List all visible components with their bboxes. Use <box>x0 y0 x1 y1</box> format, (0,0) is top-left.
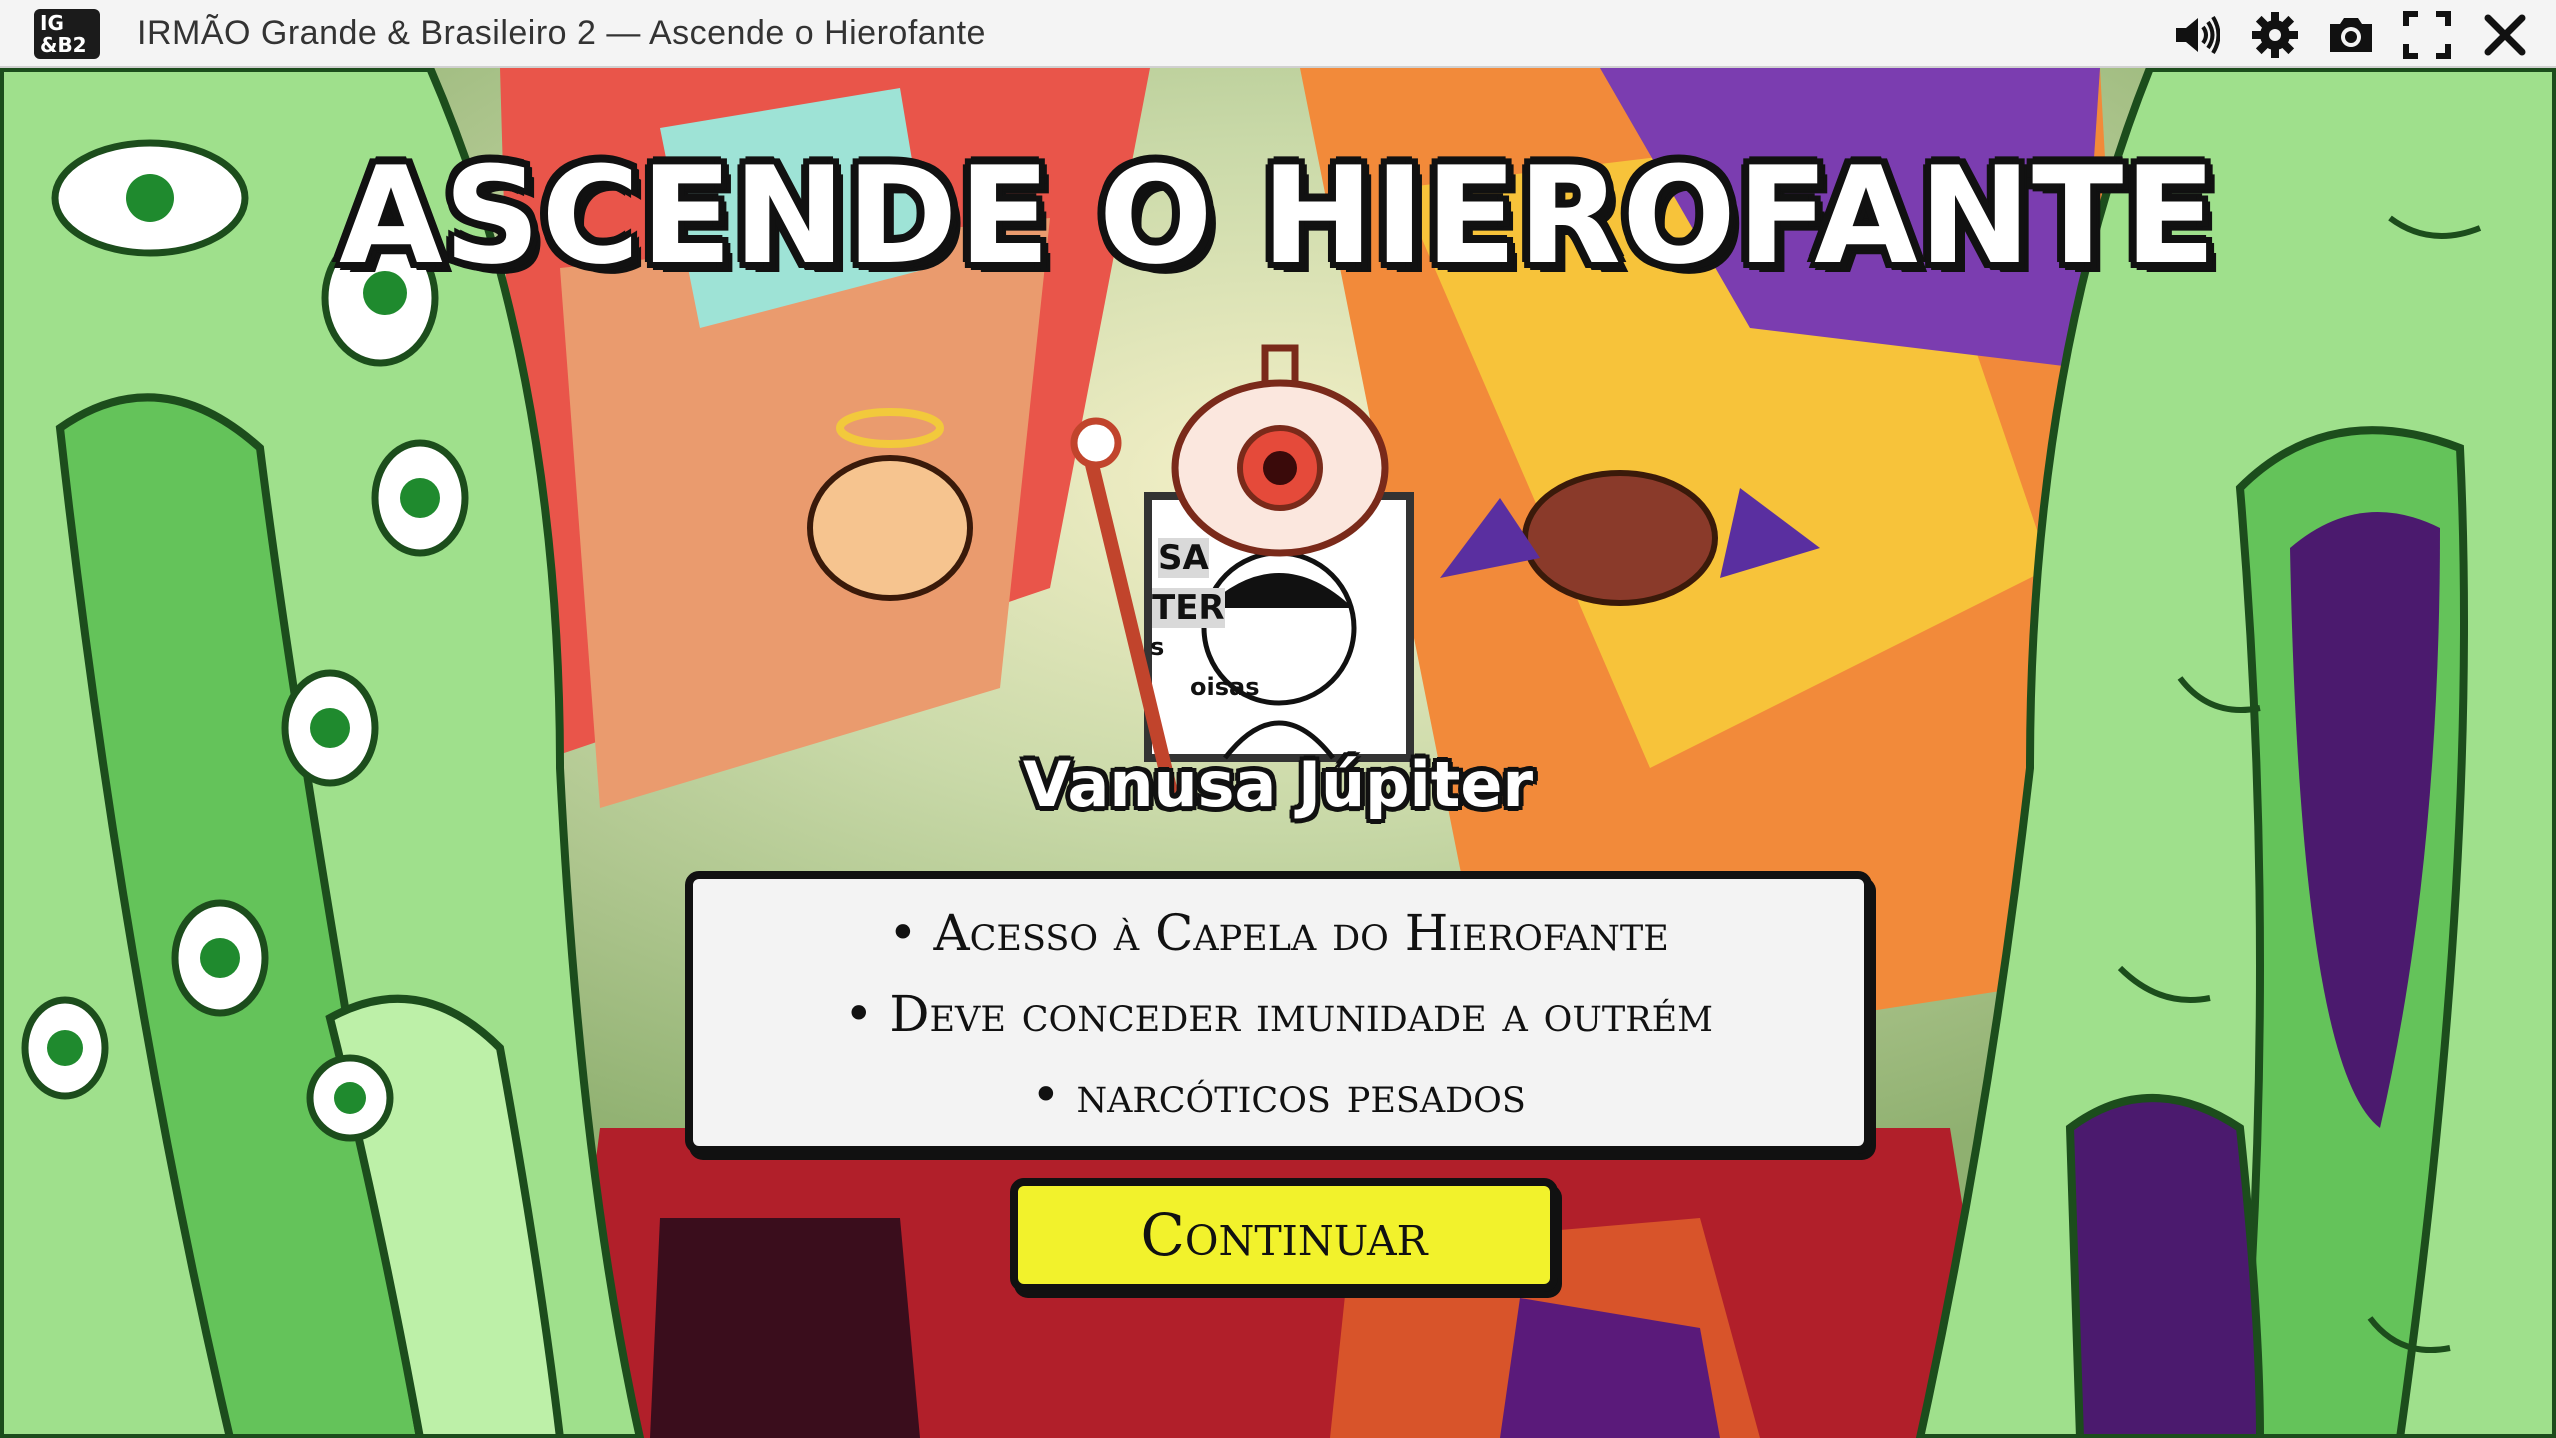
perks-panel: • Acesso à Capela do Hierofante • Deve c… <box>685 871 1872 1154</box>
app-logo: IG &B2 <box>34 9 100 59</box>
portrait-text-line: oisas <box>1190 673 1260 701</box>
window-title-bar: IG &B2 IRMÃO Grande & Brasileiro 2 — Asce… <box>0 0 2556 68</box>
character-portrait: SA TER s oisas <box>1150 498 1259 748</box>
game-scene: ASCENDE O HIEROFANTE SA TER s oisas Vanu… <box>0 68 2556 1438</box>
portrait-text-line: TER <box>1152 588 1225 628</box>
fullscreen-icon[interactable] <box>2402 10 2452 60</box>
close-icon[interactable] <box>2480 10 2530 60</box>
screenshot-camera-icon[interactable] <box>2326 10 2376 60</box>
perk-item: • narcóticos pesados <box>1031 1066 1526 1124</box>
ascension-title: ASCENDE O HIEROFANTE <box>339 138 2217 294</box>
perk-item: • Deve conceder imunidade a outrém <box>844 985 1713 1043</box>
window-title: IRMÃO Grande & Brasileiro 2 — Ascende o … <box>137 14 986 52</box>
portrait-text-line: s <box>1150 633 1165 661</box>
volume-icon[interactable] <box>2170 10 2221 60</box>
settings-gear-icon[interactable] <box>2250 10 2300 60</box>
continue-button[interactable]: Continuar <box>1010 1178 1558 1292</box>
portrait-text-line: SA <box>1158 538 1209 578</box>
character-name: Vanusa Júpiter <box>1022 748 1534 821</box>
perk-item: • Acesso à Capela do Hierofante <box>888 904 1669 962</box>
